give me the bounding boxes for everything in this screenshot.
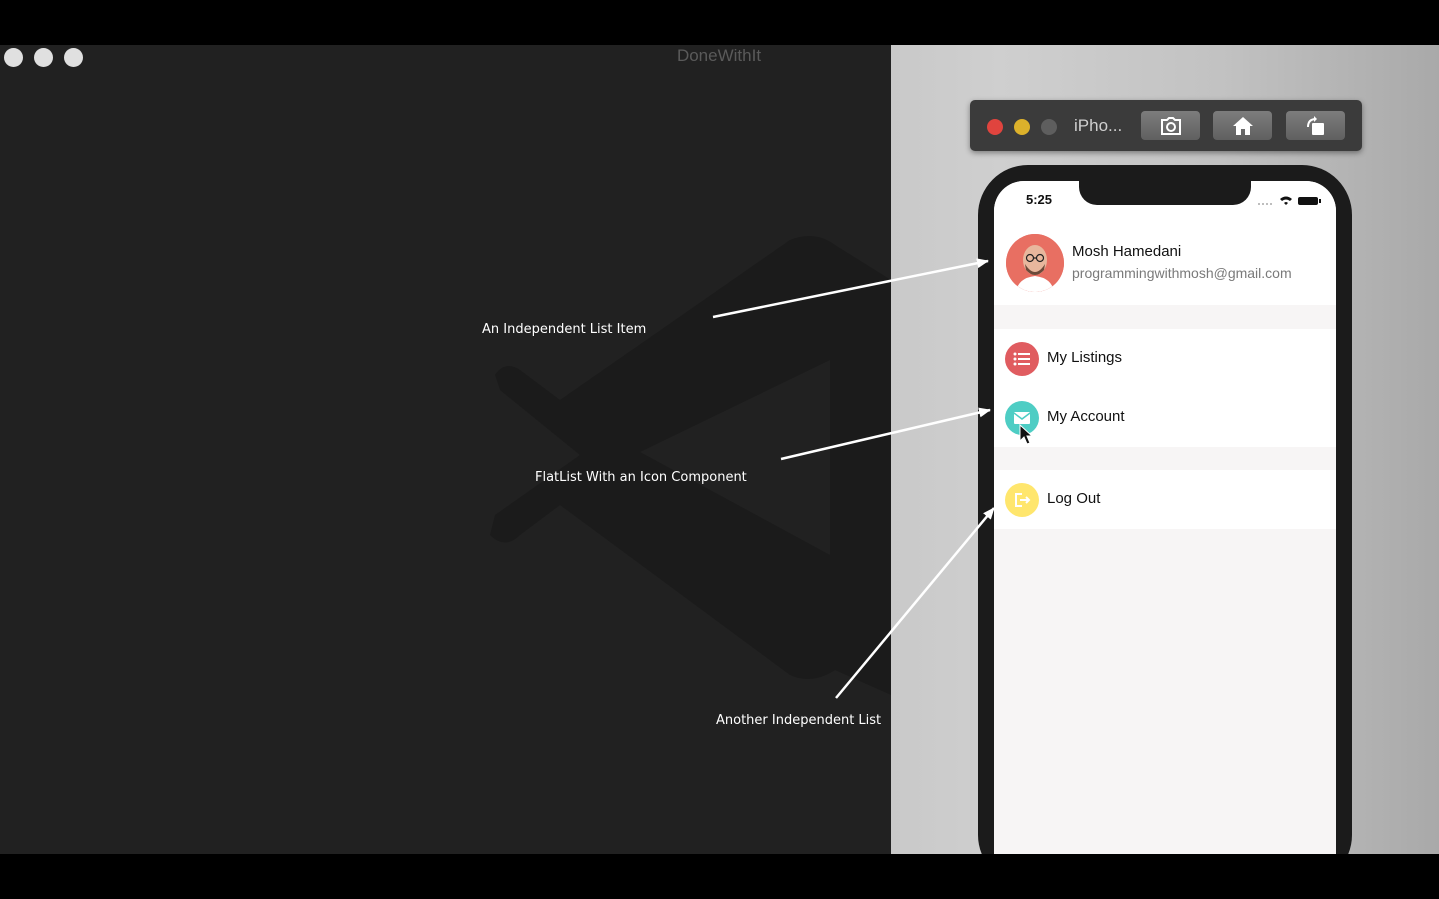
annotation-flatlist-icon-component: FlatList With an Icon Component bbox=[535, 470, 747, 485]
list-icon bbox=[1005, 342, 1039, 376]
simulator-toolbar: iPho... bbox=[970, 100, 1362, 151]
simulator-close-button[interactable] bbox=[987, 119, 1003, 135]
status-icons bbox=[1258, 196, 1321, 205]
simulator-minimize-button[interactable] bbox=[1014, 119, 1030, 135]
menu-item-my-account[interactable]: My Account bbox=[994, 388, 1336, 447]
wifi-icon bbox=[1280, 196, 1292, 205]
screenshot-button[interactable] bbox=[1141, 111, 1200, 140]
editor-pane: DoneWithIt An Independent List Item Flat… bbox=[0, 45, 891, 854]
phone-notch bbox=[1079, 181, 1251, 205]
menu-item-label: My Listings bbox=[1047, 349, 1123, 366]
screen-stage: DoneWithIt An Independent List Item Flat… bbox=[0, 0, 1439, 899]
home-icon bbox=[1232, 116, 1253, 135]
vscode-logo-watermark bbox=[490, 236, 891, 695]
profile-list-item[interactable]: Mosh Hamedani programmingwithmosh@gmail.… bbox=[994, 221, 1336, 305]
rotate-button[interactable] bbox=[1286, 111, 1345, 140]
profile-email: programmingwithmosh@gmail.com bbox=[1072, 265, 1292, 281]
signal-icon bbox=[1258, 203, 1272, 205]
simulator-device-name: iPho... bbox=[1074, 116, 1123, 135]
logout-list: Log Out bbox=[994, 470, 1336, 529]
screenshot-icon bbox=[1160, 116, 1181, 135]
simulator-area: iPho... 5:25 Mosh Hamedani programmingwi… bbox=[891, 45, 1439, 854]
menu-item-label: My Account bbox=[1047, 408, 1125, 425]
avatar bbox=[1006, 234, 1064, 292]
iphone-frame: 5:25 Mosh Hamedani programmingwithmosh@g… bbox=[978, 165, 1352, 854]
simulator-zoom-button[interactable] bbox=[1041, 119, 1057, 135]
phone-screen: 5:25 Mosh Hamedani programmingwithmosh@g… bbox=[994, 181, 1336, 854]
menu-item-label: Log Out bbox=[1047, 490, 1101, 507]
annotation-another-independent-list: Another Independent List bbox=[716, 713, 882, 728]
home-button[interactable] bbox=[1213, 111, 1272, 140]
profile-name: Mosh Hamedani bbox=[1072, 243, 1182, 260]
status-time: 5:25 bbox=[1026, 192, 1053, 207]
rotate-icon bbox=[1306, 115, 1324, 135]
mouse-cursor-icon bbox=[1019, 424, 1034, 445]
annotation-independent-list-item: An Independent List Item bbox=[482, 322, 647, 337]
avatar-image bbox=[1006, 234, 1064, 292]
status-bar: 5:25 bbox=[994, 181, 1336, 221]
battery-icon bbox=[1298, 197, 1318, 205]
menu-item-my-listings[interactable]: My Listings bbox=[994, 329, 1336, 388]
menu-item-log-out[interactable]: Log Out bbox=[994, 470, 1336, 529]
logout-icon bbox=[1005, 483, 1039, 517]
menu-flatlist: My Listings My Account bbox=[994, 329, 1336, 447]
